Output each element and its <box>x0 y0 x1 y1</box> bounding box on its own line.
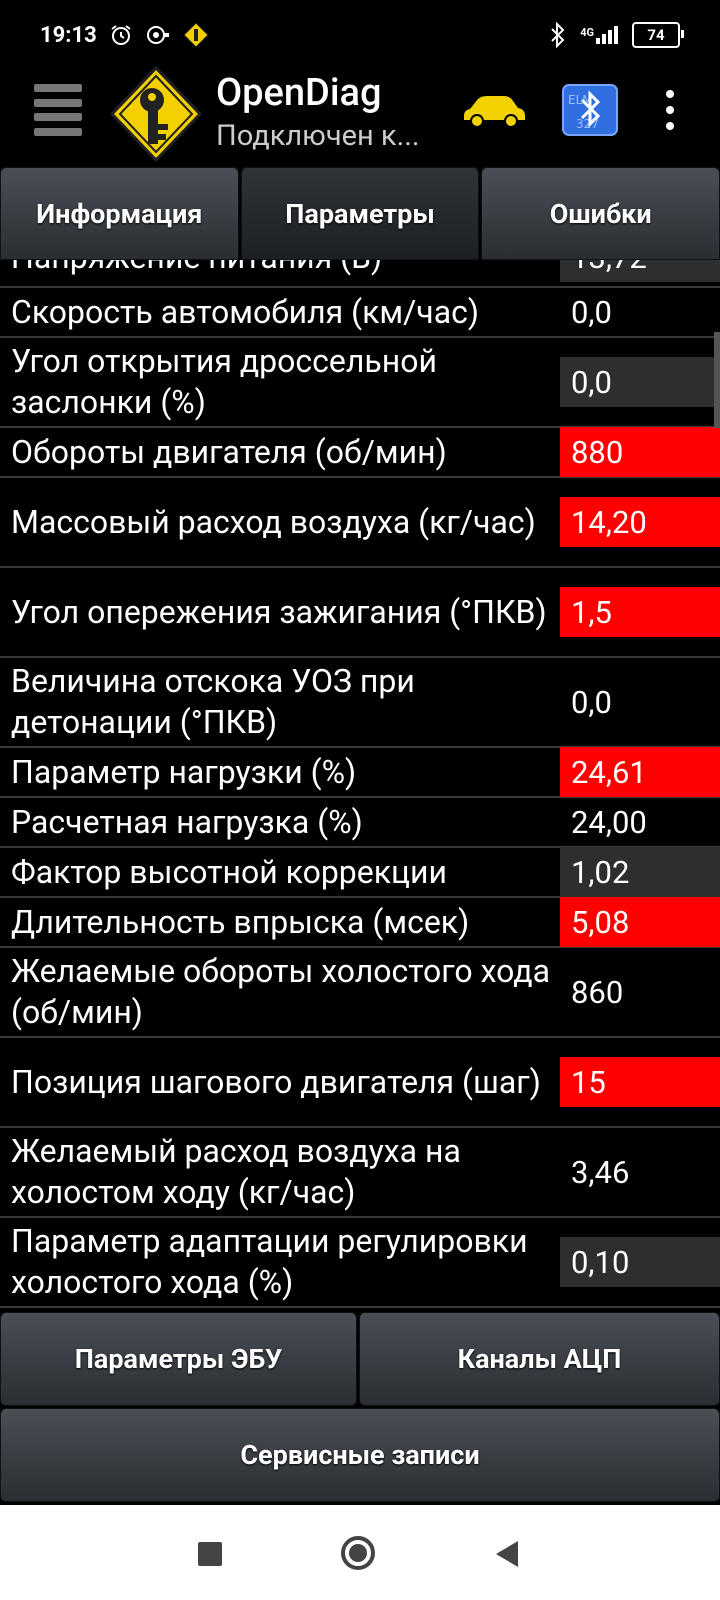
title-block: OpenDiag Подключен к... <box>216 70 420 156</box>
app-bar: OpenDiag Подключен к... ELM 327 <box>0 65 720 168</box>
parameter-value: 880 <box>560 427 720 477</box>
parameters-list-content: Напряжение питания (В)13,72Скорость авто… <box>0 260 720 1308</box>
status-bar: 19:13 4G 74 <box>0 0 720 70</box>
app-subtitle: Подключен к... <box>216 119 420 153</box>
parameter-value: 1,02 <box>560 847 720 897</box>
parameter-label: Обороты двигателя (об/мин) <box>11 432 447 471</box>
overflow-menu-icon[interactable] <box>660 90 680 130</box>
parameter-row[interactable]: Расчетная нагрузка (%) 24,00 <box>0 798 720 848</box>
parameter-row[interactable]: Позиция шагового двигателя (шаг) 15 <box>0 1038 720 1128</box>
parameter-label: Фактор высотной коррекции <box>11 852 447 891</box>
parameter-label: Длительность впрыска (мсек) <box>11 902 470 941</box>
parameter-row[interactable]: Желаемый расход воздуха на холостом ходу… <box>0 1128 720 1218</box>
parameter-row[interactable]: Скорость автомобиля (км/час) 0,0 <box>0 288 720 338</box>
parameter-row[interactable]: Величина отскока УОЗ при детонации (°ПКВ… <box>0 658 720 748</box>
parameter-label: Величина отскока УОЗ при детонации (°ПКВ… <box>11 662 415 741</box>
parameter-label: Расчетная нагрузка (%) <box>11 802 363 841</box>
tab-parameters[interactable]: Параметры <box>240 167 480 260</box>
parameter-label: Напряжение питания (В) <box>0 260 560 282</box>
parameter-value: 1,5 <box>560 587 720 637</box>
parameter-value: 14,20 <box>560 497 720 547</box>
parameter-value: 13,72 <box>560 260 720 282</box>
system-nav-bar <box>0 1505 720 1600</box>
parameter-row[interactable]: Угол открытия дроссельной заслонки (%) 0,… <box>0 338 720 428</box>
parameter-label: Угол опережения зажигания (°ПКВ) <box>11 592 547 631</box>
car-icon[interactable] <box>460 90 528 130</box>
bluetooth-elm-icon[interactable]: ELM 327 <box>562 84 618 136</box>
parameter-value: 3,46 <box>571 1153 630 1191</box>
app-logo-icon <box>109 65 203 163</box>
parameter-value: 0,0 <box>571 683 612 721</box>
parameter-label: Позиция шагового двигателя (шаг) <box>11 1062 541 1101</box>
app-notification-icon <box>146 26 169 44</box>
battery-level: 74 <box>647 26 665 44</box>
status-bar-right: 4G 74 <box>550 22 684 48</box>
ecu-params-button[interactable]: Параметры ЭБУ <box>0 1312 357 1406</box>
parameter-row[interactable]: Длительность впрыска (мсек) 5,08 <box>0 897 720 948</box>
parameter-row[interactable]: Фактор высотной коррекции 1,02 <box>0 847 720 898</box>
parameter-label: Параметр адаптации регулировки холостого… <box>11 1222 528 1301</box>
parameter-row[interactable]: Параметр нагрузки (%) 24,61 <box>0 747 720 798</box>
bluetooth-status-icon <box>551 22 565 48</box>
home-icon[interactable] <box>340 1535 376 1571</box>
network-type: 4G <box>580 26 594 39</box>
app-title: OpenDiag <box>216 71 382 115</box>
adc-channels-button[interactable]: Каналы АЦП <box>359 1312 720 1406</box>
clock: 19:13 <box>40 22 97 48</box>
service-records-button[interactable]: Сервисные записи <box>0 1408 720 1502</box>
tab-information[interactable]: Информация <box>0 167 239 260</box>
tab-bar: Информация Параметры Ошибки <box>0 167 720 260</box>
parameter-value: 24,00 <box>571 803 647 841</box>
parameter-value: 0,0 <box>571 293 612 331</box>
scrollbar[interactable] <box>714 332 720 428</box>
parameter-value: 0,0 <box>560 357 720 407</box>
parameter-label: Параметр нагрузки (%) <box>11 752 357 791</box>
parameter-label: Желаемые обороты холостого хода (об/мин) <box>11 952 550 1031</box>
parameter-row[interactable]: Массовый расход воздуха (кг/час) 14,20 <box>0 478 720 568</box>
alarm-icon <box>111 25 131 45</box>
parameter-value: 5,08 <box>560 897 720 947</box>
parameter-label: Желаемый расход воздуха на холостом ходу… <box>11 1132 461 1211</box>
tab-errors[interactable]: Ошибки <box>481 167 720 260</box>
parameter-label: Скорость автомобиля (км/час) <box>11 292 479 331</box>
recents-icon[interactable] <box>198 1542 222 1566</box>
parameter-row[interactable]: Угол опережения зажигания (°ПКВ) 1,5 <box>0 568 720 658</box>
parameter-label: Угол открытия дроссельной заслонки (%) <box>11 342 437 421</box>
battery-icon: 74 <box>632 22 684 48</box>
parameter-row[interactable]: Желаемые обороты холостого хода (об/мин)… <box>0 948 720 1038</box>
parameter-row[interactable]: Обороты двигателя (об/мин) 880 <box>0 427 720 478</box>
parameter-row[interactable]: Напряжение питания (В)13,72 <box>0 260 720 288</box>
parameter-row[interactable]: Параметр адаптации регулировки холостого… <box>0 1218 720 1308</box>
opendiag-notification-icon <box>182 22 209 48</box>
parameters-list[interactable]: Напряжение питания (В)13,72Скорость авто… <box>0 260 720 1312</box>
signal-icon: 4G <box>580 26 618 44</box>
parameter-value: 860 <box>571 973 624 1011</box>
parameter-value: 24,61 <box>560 747 720 797</box>
menu-icon[interactable] <box>34 84 82 136</box>
status-bar-left: 19:13 <box>40 22 209 48</box>
back-icon[interactable] <box>494 1539 520 1569</box>
parameter-value: 15 <box>560 1057 720 1107</box>
parameter-label: Массовый расход воздуха (кг/час) <box>11 502 536 541</box>
parameter-value: 0,10 <box>560 1237 720 1287</box>
